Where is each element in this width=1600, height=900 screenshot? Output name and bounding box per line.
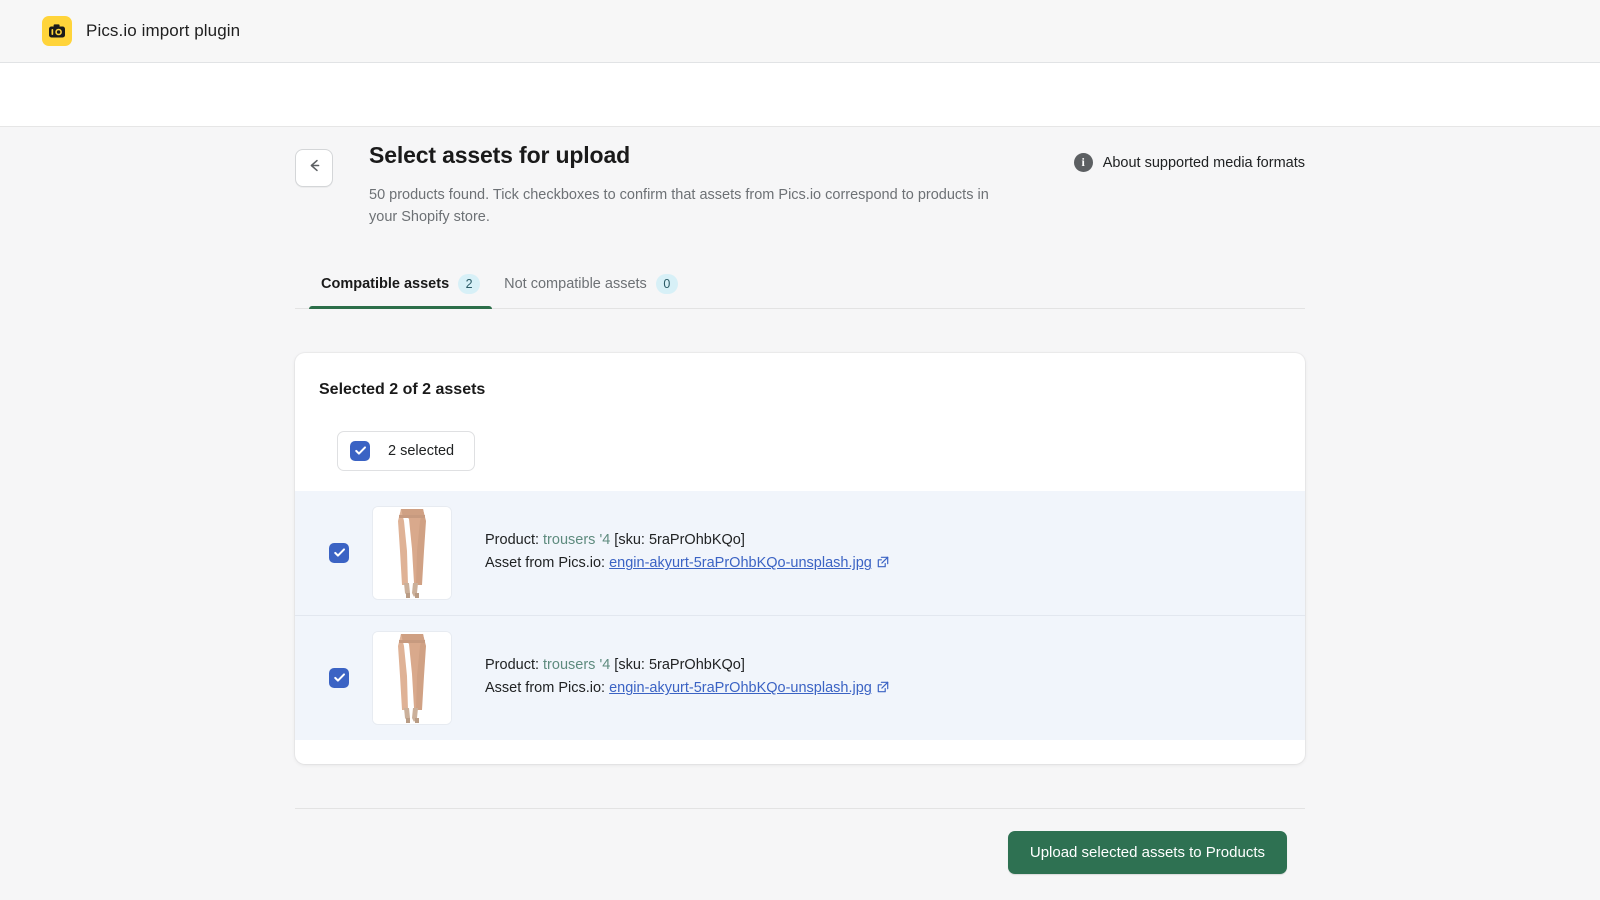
asset-rows: Product: trousers '4 [sku: 5raPrOhbKQo] … <box>295 491 1305 740</box>
tab-compatible-assets-label: Compatible assets <box>321 276 449 292</box>
page-subtitle: 50 products found. Tick checkboxes to co… <box>369 184 989 228</box>
external-link-icon[interactable] <box>877 678 889 701</box>
product-prefix: Product: <box>485 657 543 673</box>
select-all-checkbox[interactable] <box>350 441 370 461</box>
external-link-icon[interactable] <box>877 553 889 576</box>
arrow-left-icon <box>306 157 323 179</box>
secondary-bar <box>0 63 1600 127</box>
select-all-control[interactable]: 2 selected <box>337 431 475 471</box>
page-titles: Select assets for upload 50 products fou… <box>369 141 989 228</box>
upload-selected-assets-button[interactable]: Upload selected assets to Products <box>1008 831 1287 874</box>
page-body: Select assets for upload 50 products fou… <box>0 127 1600 899</box>
product-name[interactable]: trousers '4 <box>543 657 610 673</box>
asset-prefix: Asset from Pics.io: <box>485 555 609 571</box>
tab-not-compatible-assets-count: 0 <box>656 274 678 294</box>
page-title: Select assets for upload <box>369 141 989 171</box>
assets-card: Selected 2 of 2 assets 2 selected <box>295 353 1305 764</box>
asset-thumbnail <box>373 632 451 724</box>
asset-link[interactable]: engin-akyurt-5raPrOhbKQo-unsplash.jpg <box>609 555 872 571</box>
tab-compatible-assets-count: 2 <box>458 274 480 294</box>
asset-prefix: Asset from Pics.io: <box>485 680 609 696</box>
picsio-camera-icon <box>42 16 72 46</box>
asset-thumbnail <box>373 507 451 599</box>
asset-tabs: Compatible assets 2 Not compatible asset… <box>295 274 1305 309</box>
tab-not-compatible-assets-label: Not compatible assets <box>504 276 647 292</box>
asset-link[interactable]: engin-akyurt-5raPrOhbKQo-unsplash.jpg <box>609 680 872 696</box>
select-all-label: 2 selected <box>388 443 454 459</box>
page-header-left: Select assets for upload 50 products fou… <box>295 141 989 228</box>
info-circle-icon: i <box>1074 153 1093 172</box>
app-bar: Pics.io import plugin <box>0 0 1600 63</box>
product-prefix: Product: <box>485 532 543 548</box>
asset-row-text: Product: trousers '4 [sku: 5raPrOhbKQo] … <box>485 529 889 577</box>
product-line: Product: trousers '4 [sku: 5raPrOhbKQo] <box>485 529 889 552</box>
assets-card-title: Selected 2 of 2 assets <box>295 381 1305 399</box>
product-name[interactable]: trousers '4 <box>543 532 610 548</box>
product-sku: [sku: 5raPrOhbKQo] <box>610 657 745 673</box>
page-footer: Upload selected assets to Products <box>295 808 1305 874</box>
about-formats-label: About supported media formats <box>1103 155 1305 171</box>
asset-row-text: Product: trousers '4 [sku: 5raPrOhbKQo] … <box>485 654 889 702</box>
page-header: Select assets for upload 50 products fou… <box>295 141 1305 228</box>
tab-compatible-assets[interactable]: Compatible assets 2 <box>309 274 492 308</box>
content-container: Select assets for upload 50 products fou… <box>295 127 1305 874</box>
about-supported-media-formats-link[interactable]: i About supported media formats <box>1074 153 1305 172</box>
table-row[interactable]: Product: trousers '4 [sku: 5raPrOhbKQo] … <box>295 615 1305 740</box>
row-checkbox[interactable] <box>329 668 349 688</box>
table-row[interactable]: Product: trousers '4 [sku: 5raPrOhbKQo] … <box>295 491 1305 615</box>
product-line: Product: trousers '4 [sku: 5raPrOhbKQo] <box>485 654 889 677</box>
back-button[interactable] <box>295 149 333 187</box>
asset-line: Asset from Pics.io: engin-akyurt-5raPrOh… <box>485 552 889 576</box>
app-title: Pics.io import plugin <box>86 21 240 41</box>
row-checkbox[interactable] <box>329 543 349 563</box>
product-sku: [sku: 5raPrOhbKQo] <box>610 532 745 548</box>
tab-not-compatible-assets[interactable]: Not compatible assets 0 <box>492 274 690 308</box>
asset-line: Asset from Pics.io: engin-akyurt-5raPrOh… <box>485 677 889 701</box>
